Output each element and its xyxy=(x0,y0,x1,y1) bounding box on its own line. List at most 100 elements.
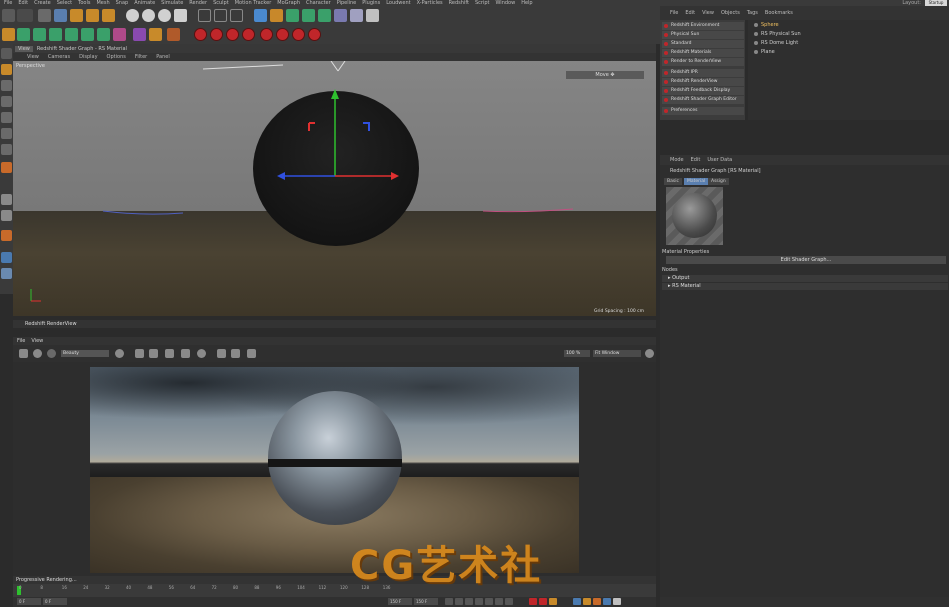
rs-shader-graph-icon[interactable] xyxy=(292,28,305,41)
redo-icon[interactable] xyxy=(17,9,33,22)
rotate-tool-icon[interactable] xyxy=(86,9,99,22)
stop-render-icon[interactable] xyxy=(33,349,42,358)
redshift-menu-item-physical-sun[interactable]: Physical Sun xyxy=(662,31,744,39)
edges-mode-icon[interactable] xyxy=(1,128,12,139)
preview-end-field[interactable]: 150 F xyxy=(414,598,438,605)
play-icon[interactable] xyxy=(475,598,483,605)
render-settings-icon[interactable] xyxy=(230,9,243,22)
om-menu-edit[interactable]: Edit xyxy=(685,10,695,16)
rs-volume-icon[interactable] xyxy=(149,28,162,41)
tab-assign[interactable]: Assign xyxy=(708,178,729,185)
rs-light-icon[interactable] xyxy=(17,28,30,41)
floor-icon[interactable] xyxy=(334,9,347,22)
crop-region-icon[interactable] xyxy=(135,349,144,358)
rs-portal-light-icon[interactable] xyxy=(97,28,110,41)
next-frame-icon[interactable] xyxy=(485,598,493,605)
render-to-picture-viewer-icon[interactable] xyxy=(214,9,227,22)
go-to-start-icon[interactable] xyxy=(445,598,453,605)
display-settings-icon[interactable] xyxy=(181,349,190,358)
snapshot-icon[interactable] xyxy=(217,349,226,358)
object-row-rs-dome-light[interactable]: RS Dome Light xyxy=(752,40,798,46)
array-icon[interactable] xyxy=(302,9,315,22)
redshift-menu-item-standard[interactable]: Standard xyxy=(662,40,744,48)
y-axis-icon[interactable] xyxy=(142,9,155,22)
om-menu-tags[interactable]: Tags xyxy=(747,10,758,16)
om-menu-view[interactable]: View xyxy=(702,10,714,16)
attr-menu-mode[interactable]: Mode xyxy=(670,157,684,163)
workplane-icon[interactable] xyxy=(1,252,12,263)
attr-menu-edit[interactable]: Edit xyxy=(691,157,701,163)
end-frame-field[interactable]: 150 F xyxy=(388,598,412,605)
rs-snapshot-icon[interactable] xyxy=(242,28,255,41)
camera-icon[interactable] xyxy=(350,9,363,22)
rs-material-icon[interactable] xyxy=(194,28,207,41)
viewport-menu-options[interactable]: Options xyxy=(107,54,126,60)
settings-gear-icon[interactable] xyxy=(645,349,654,358)
axis-mode-icon[interactable] xyxy=(1,194,12,205)
om-menu-objects[interactable]: Objects xyxy=(721,10,740,16)
polygons-mode-icon[interactable] xyxy=(1,144,12,155)
object-row-sphere[interactable]: Sphere xyxy=(752,22,779,28)
attr-menu-user-data[interactable]: User Data xyxy=(707,157,732,163)
viewport-menu-display[interactable]: Display xyxy=(79,54,97,60)
key-position-icon[interactable] xyxy=(573,598,581,605)
redshift-logo-icon[interactable] xyxy=(2,28,15,41)
make-editable-icon[interactable] xyxy=(1,48,12,59)
record-keys-icon[interactable] xyxy=(529,598,537,605)
rs-ipr-icon[interactable] xyxy=(210,28,223,41)
compare-snapshot-icon[interactable] xyxy=(231,349,240,358)
viewport-menu-panel[interactable]: Panel xyxy=(156,54,170,60)
exposure-icon[interactable] xyxy=(197,349,206,358)
viewport-tab[interactable]: View xyxy=(15,45,33,52)
rs-dome-light-icon[interactable] xyxy=(33,28,46,41)
undo-icon[interactable] xyxy=(2,9,15,22)
renderview-menu-view[interactable]: View xyxy=(31,338,43,344)
save-image-icon[interactable] xyxy=(19,349,28,358)
redshift-menu-item-redshift-feedback-display[interactable]: Redshift Feedback Display xyxy=(662,87,744,95)
fit-icon[interactable] xyxy=(247,349,256,358)
locked-workplane-icon[interactable] xyxy=(1,268,12,279)
transform-gizmo[interactable] xyxy=(13,61,656,316)
3d-viewport[interactable]: Perspective Move ✥ Grid Spacing : 100 cm xyxy=(13,61,656,316)
snap-icon[interactable] xyxy=(1,230,12,241)
object-row-plane[interactable]: Plane xyxy=(752,49,775,55)
rs-area-light-icon[interactable] xyxy=(65,28,78,41)
lock-icon[interactable] xyxy=(149,349,158,358)
rs-renderview-icon[interactable] xyxy=(226,28,239,41)
model-mode-icon[interactable] xyxy=(1,80,12,91)
move-tool-icon[interactable] xyxy=(54,9,67,22)
viewport-menu-cameras[interactable]: Cameras xyxy=(48,54,70,60)
cube-icon[interactable] xyxy=(254,9,267,22)
rs-environment-icon[interactable] xyxy=(113,28,126,41)
uv-mode-icon[interactable] xyxy=(1,162,12,173)
channel-select-icon[interactable] xyxy=(115,349,124,358)
redshift-menu-item-redshift-ipr[interactable]: Redshift IPR xyxy=(662,69,744,77)
key-scale-icon[interactable] xyxy=(583,598,591,605)
viewport-camera-label[interactable]: Perspective xyxy=(16,63,45,69)
object-row-rs-physical-sun[interactable]: RS Physical Sun xyxy=(752,31,801,37)
keyframe-selection-icon[interactable] xyxy=(549,598,557,605)
tweak-mode-icon[interactable] xyxy=(1,210,12,221)
x-axis-icon[interactable] xyxy=(126,9,139,22)
redshift-menu-item-redshift-materials[interactable]: Redshift Materials xyxy=(662,49,744,57)
rs-aov-icon[interactable] xyxy=(260,28,273,41)
previous-key-icon[interactable] xyxy=(455,598,463,605)
bucket-grid-icon[interactable] xyxy=(165,349,174,358)
redshift-menu-item-preferences[interactable]: Preferences xyxy=(662,107,744,115)
tab-basic[interactable]: Basic xyxy=(664,178,682,185)
previous-frame-icon[interactable] xyxy=(465,598,473,605)
aov-select[interactable]: Beauty xyxy=(61,350,109,357)
coordinate-system-icon[interactable] xyxy=(174,9,187,22)
texture-mode-icon[interactable] xyxy=(1,64,12,75)
zoom-select[interactable]: 100 % xyxy=(564,350,590,357)
rs-ies-light-icon[interactable] xyxy=(81,28,94,41)
autokey-icon[interactable] xyxy=(539,598,547,605)
viewport-menu-view[interactable]: View xyxy=(27,54,39,60)
key-pla-icon[interactable] xyxy=(613,598,621,605)
next-key-icon[interactable] xyxy=(495,598,503,605)
z-axis-icon[interactable] xyxy=(158,9,171,22)
deformer-icon[interactable] xyxy=(318,9,331,22)
rs-preferences-icon[interactable] xyxy=(308,28,321,41)
redshift-menu-item-redshift-shader-graph-editor[interactable]: Redshift Shader Graph Editor xyxy=(662,96,744,104)
refresh-render-icon[interactable] xyxy=(47,349,56,358)
